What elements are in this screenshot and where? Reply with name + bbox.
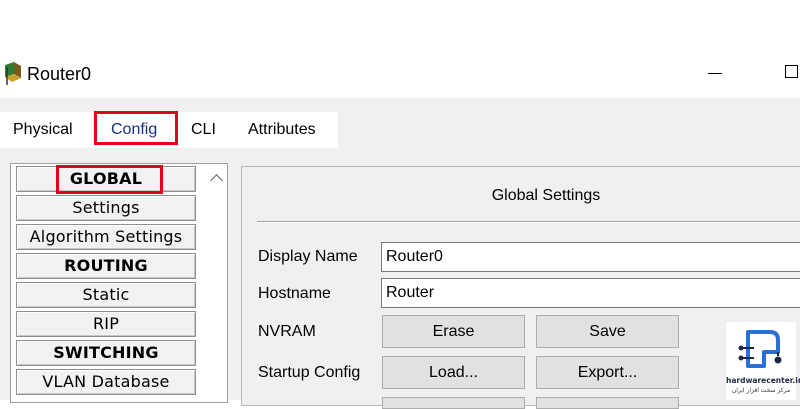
watermark-brand: hardwarecenter.ir xyxy=(726,376,800,385)
load-button[interactable]: Load... xyxy=(382,356,525,389)
minimize-button[interactable] xyxy=(708,73,722,74)
watermark-tagline: مرکز سخت افزار ایران xyxy=(731,387,791,394)
watermark-logo: hardwarecenter.ir مرکز سخت افزار ایران xyxy=(726,322,800,400)
settings-divider xyxy=(257,221,800,222)
partial-button-right[interactable] xyxy=(536,397,679,409)
save-button[interactable]: Save xyxy=(536,315,679,348)
nav-item-rip[interactable]: RIP xyxy=(16,311,196,337)
startup-config-label: Startup Config xyxy=(258,364,361,381)
nav-header-routing[interactable]: ROUTING xyxy=(16,253,196,279)
circuit-logo-icon xyxy=(738,330,782,368)
config-tab-highlight-box xyxy=(94,111,178,145)
export-button[interactable]: Export... xyxy=(536,356,679,389)
router-app-icon xyxy=(5,62,21,85)
tab-attributes[interactable]: Attributes xyxy=(248,112,316,148)
hostname-label: Hostname xyxy=(258,285,331,302)
nav-header-switching[interactable]: SWITCHING xyxy=(16,340,196,366)
nav-item-static[interactable]: Static xyxy=(16,282,196,308)
hostname-input[interactable]: Router xyxy=(381,278,800,308)
nvram-label: NVRAM xyxy=(258,323,316,340)
window-title: Router0 xyxy=(27,64,92,84)
tab-cli[interactable]: CLI xyxy=(191,112,216,148)
config-navigation-list: GLOBAL Settings Algorithm Settings ROUTI… xyxy=(10,163,228,403)
title-bar: Router0 xyxy=(0,55,800,95)
nav-item-settings[interactable]: Settings xyxy=(16,195,196,221)
erase-button[interactable]: Erase xyxy=(382,315,525,348)
nav-item-vlan-database[interactable]: VLAN Database xyxy=(16,369,196,395)
nav-item-algorithm-settings[interactable]: Algorithm Settings xyxy=(16,224,196,250)
maximize-button[interactable] xyxy=(785,65,798,78)
scroll-up-arrow-icon[interactable] xyxy=(210,174,223,187)
global-settings-panel: Global Settings Display Name Router0 Hos… xyxy=(241,166,800,409)
display-name-input[interactable]: Router0 xyxy=(381,242,800,272)
tab-physical[interactable]: Physical xyxy=(13,112,73,148)
global-highlight-box xyxy=(56,165,163,194)
partial-button-left[interactable] xyxy=(382,397,525,409)
nav-scrollbar[interactable] xyxy=(208,164,227,402)
display-name-label: Display Name xyxy=(258,248,358,265)
settings-title: Global Settings xyxy=(491,187,601,204)
